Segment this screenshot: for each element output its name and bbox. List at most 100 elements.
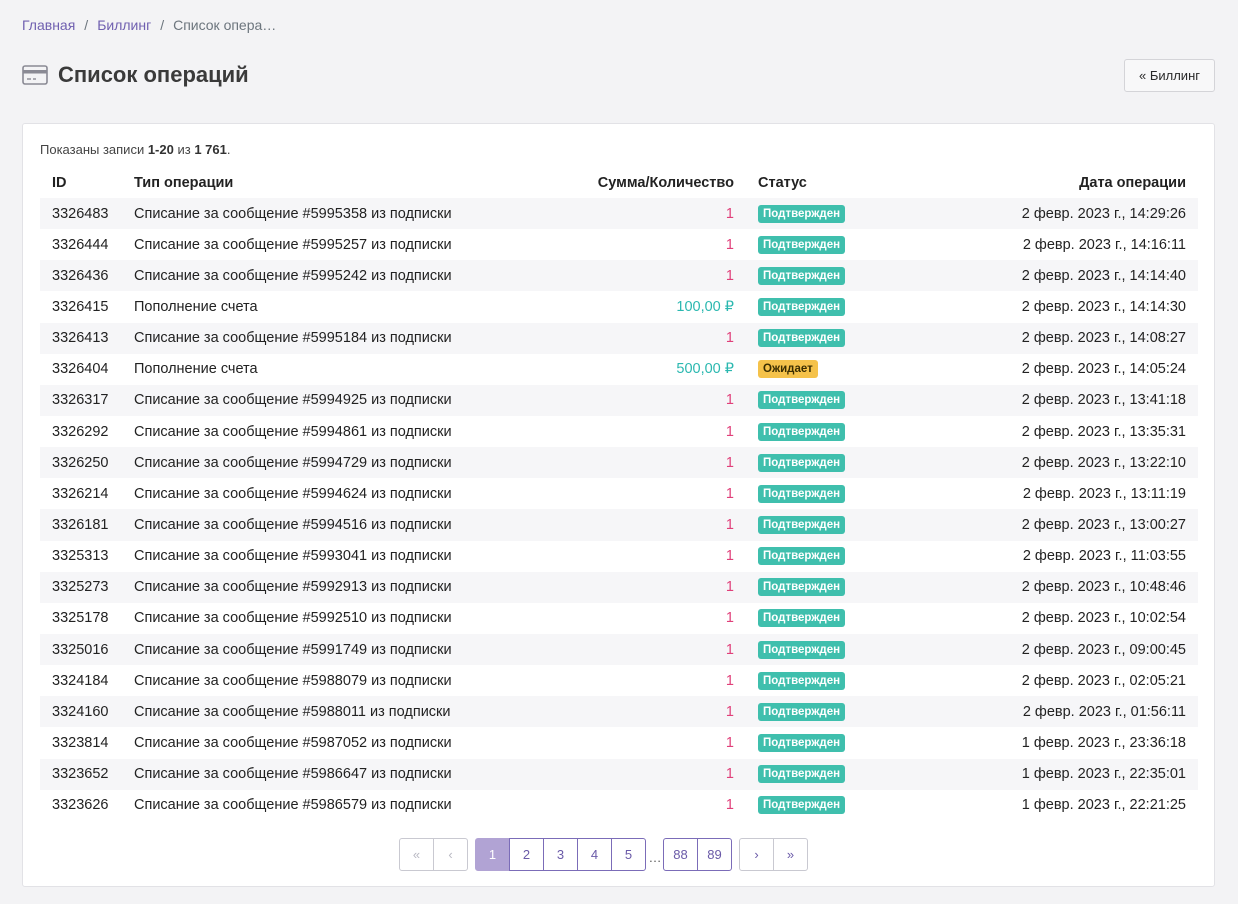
operation-date: 2 февр. 2023 г., 13:35:31 — [1021, 423, 1186, 440]
operation-type: Списание за сообщение #5995184 из подпис… — [134, 330, 452, 347]
table-row: 3326436 Списание за сообщение #5995242 из… — [40, 260, 1198, 292]
operation-type: Списание за сообщение #5987052 из подпис… — [134, 734, 452, 751]
column-header-id[interactable]: ID — [40, 167, 122, 198]
page-button-89[interactable]: 89 — [697, 838, 732, 871]
table-row: 3325016 Списание за сообщение #5991749 из… — [40, 633, 1198, 666]
operation-amount: 1 — [725, 516, 734, 533]
status-badge: Подтвержден — [758, 422, 846, 441]
operation-amount: 1 — [725, 485, 734, 502]
page-button-5[interactable]: 5 — [611, 838, 646, 871]
operation-status-cell: Подтвержден — [746, 447, 896, 478]
operation-id: 3323652 — [52, 766, 109, 783]
table-row: 3323626 Списание за сообщение #5986579 из… — [40, 790, 1198, 821]
breadcrumb-home[interactable]: Главная — [22, 17, 75, 33]
operation-date: 2 февр. 2023 г., 14:05:24 — [1021, 361, 1186, 378]
operation-date: 2 февр. 2023 г., 10:48:46 — [1021, 579, 1186, 596]
column-header-date[interactable]: Дата операции — [896, 167, 1198, 198]
operation-amount: 100,00 ₽ — [676, 298, 734, 315]
status-badge: Подтвержден — [758, 733, 846, 752]
next-page-button[interactable]: › — [739, 838, 774, 871]
operation-type: Списание за сообщение #5995358 из подпис… — [134, 205, 452, 222]
operation-amount: 500,00 ₽ — [676, 361, 734, 378]
operation-status-cell: Подтвержден — [746, 229, 896, 260]
page-button-4[interactable]: 4 — [577, 838, 612, 871]
operation-status-cell: Подтвержден — [746, 323, 896, 354]
back-to-billing-button[interactable]: « Биллинг — [1124, 59, 1215, 92]
operations-card: Показаны записи 1-20 из 1 761. ID Тип оп… — [22, 123, 1215, 887]
operation-status-cell: Подтвержден — [746, 198, 896, 229]
column-header-type[interactable]: Тип операции — [122, 167, 522, 198]
operation-id: 3326181 — [52, 516, 109, 533]
records-summary: Показаны записи 1-20 из 1 761. — [40, 142, 230, 157]
operation-amount: 1 — [725, 330, 734, 347]
table-row: 3326181 Списание за сообщение #5994516 из… — [40, 509, 1198, 541]
last-page-button[interactable]: » — [773, 838, 808, 871]
page-button-3[interactable]: 3 — [543, 838, 578, 871]
operation-date: 2 февр. 2023 г., 09:00:45 — [1021, 641, 1186, 658]
operation-type: Списание за сообщение #5992510 из подпис… — [134, 610, 452, 627]
operation-date: 2 февр. 2023 г., 02:05:21 — [1021, 672, 1186, 689]
operation-type: Списание за сообщение #5992913 из подпис… — [134, 579, 452, 596]
operation-status-cell: Подтвержден — [746, 260, 896, 291]
operation-type: Списание за сообщение #5995242 из подпис… — [134, 267, 452, 284]
breadcrumb: Главная / Биллинг / Список опера… — [22, 17, 276, 33]
page-button-88[interactable]: 88 — [663, 838, 698, 871]
operation-status-cell: Подтвержден — [746, 509, 896, 540]
status-badge: Подтвержден — [758, 702, 846, 721]
page-button-2[interactable]: 2 — [509, 838, 544, 871]
table-row: 3326404 Пополнение счета 500,00 ₽ Ожидает 2 … — [40, 354, 1198, 385]
credit-card-icon — [22, 65, 48, 85]
operation-id: 3326415 — [52, 298, 109, 315]
operation-status-cell: Ожидает — [746, 354, 896, 385]
operation-id: 3323814 — [52, 734, 109, 751]
status-badge: Подтвержден — [758, 640, 846, 659]
status-badge: Подтвержден — [758, 547, 846, 566]
operation-id: 3325016 — [52, 641, 109, 658]
operation-id: 3326292 — [52, 423, 109, 440]
operation-date: 1 февр. 2023 г., 22:21:25 — [1021, 797, 1186, 814]
status-badge: Подтвержден — [758, 329, 846, 348]
table-row: 3326250 Списание за сообщение #5994729 из… — [40, 447, 1198, 479]
operation-amount: 1 — [725, 454, 734, 471]
operation-date: 2 февр. 2023 г., 14:14:30 — [1021, 298, 1186, 315]
operation-id: 3326404 — [52, 361, 109, 378]
operation-date: 2 февр. 2023 г., 13:00:27 — [1021, 516, 1186, 533]
page-button-1[interactable]: 1 — [475, 838, 510, 871]
operation-status-cell: Подтвержден — [746, 603, 896, 634]
column-header-amount[interactable]: Сумма/Количество — [522, 167, 746, 198]
operation-type: Списание за сообщение #5991749 из подпис… — [134, 641, 452, 658]
operation-date: 2 февр. 2023 г., 11:03:55 — [1022, 548, 1186, 565]
summary-suffix: . — [226, 142, 231, 157]
status-badge: Подтвержден — [758, 609, 846, 628]
operation-date: 2 февр. 2023 г., 13:11:19 — [1022, 485, 1186, 502]
status-badge: Подтвержден — [758, 671, 846, 690]
operation-status-cell: Подтвержден — [746, 696, 896, 727]
breadcrumb-billing[interactable]: Биллинг — [97, 17, 151, 33]
operation-type: Списание за сообщение #5986579 из подпис… — [134, 797, 452, 814]
operation-status-cell: Подтвержден — [746, 478, 896, 509]
table-row: 3326292 Списание за сообщение #5994861 из… — [40, 416, 1198, 447]
operation-amount: 1 — [725, 205, 734, 222]
operation-amount: 1 — [725, 641, 734, 658]
operation-type: Списание за сообщение #5986647 из подпис… — [134, 766, 452, 783]
operation-type: Списание за сообщение #5994516 из подпис… — [134, 516, 452, 533]
operation-amount: 1 — [725, 766, 734, 783]
status-badge: Подтвержден — [758, 484, 846, 503]
operation-type: Списание за сообщение #5994624 из подпис… — [134, 485, 452, 502]
prev-page-button[interactable]: ‹ — [433, 838, 468, 871]
operation-status-cell: Подтвержден — [746, 291, 896, 322]
operation-status-cell: Подтвержден — [746, 727, 896, 758]
operation-type: Списание за сообщение #5988079 из подпис… — [134, 672, 452, 689]
column-header-status[interactable]: Статус — [746, 167, 896, 198]
table-row: 3325313 Списание за сообщение #5993041 из… — [40, 541, 1198, 572]
operation-status-cell: Подтвержден — [746, 385, 896, 416]
table-row: 3326214 Списание за сообщение #5994624 из… — [40, 478, 1198, 509]
summary-range: 1-20 — [147, 142, 174, 157]
status-badge: Подтвержден — [758, 266, 846, 285]
operation-amount: 1 — [725, 672, 734, 689]
status-badge: Подтвержден — [758, 765, 846, 784]
pagination: « ‹ 1 2 3 4 5 … 88 89 › » — [399, 838, 808, 871]
first-page-button[interactable]: « — [399, 838, 434, 871]
table-header-row: ID Тип операции Сумма/Количество Статус … — [40, 167, 1198, 198]
status-badge: Подтвержден — [758, 204, 846, 223]
